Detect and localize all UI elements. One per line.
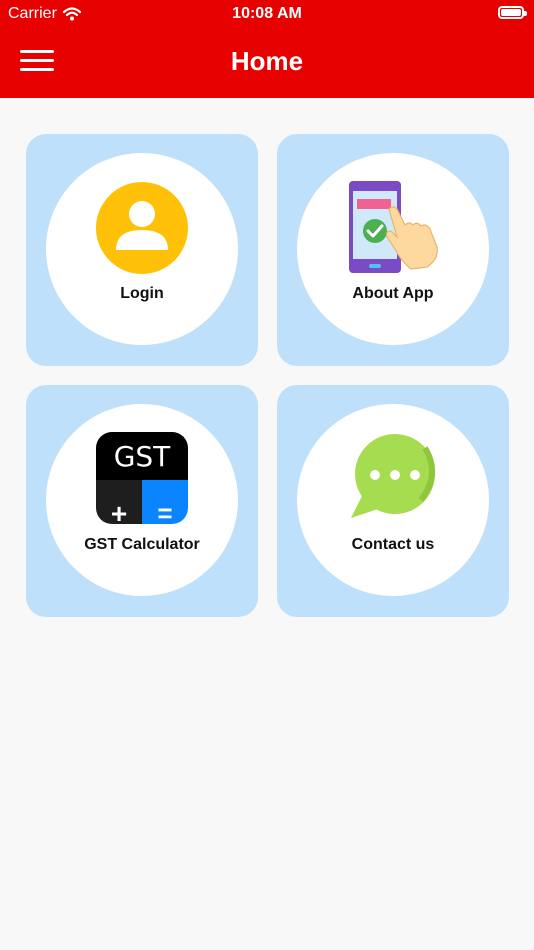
app-header: Carrier 10:08 AM Home bbox=[0, 0, 534, 98]
login-tile[interactable]: Login bbox=[26, 134, 258, 366]
page-title: Home bbox=[230, 46, 304, 76]
tile-circle bbox=[297, 153, 489, 345]
tile-label: Contact us bbox=[351, 536, 435, 553]
battery-icon bbox=[498, 6, 527, 19]
tile-circle bbox=[46, 153, 238, 345]
user-avatar-icon bbox=[96, 182, 188, 274]
about-app-tile[interactable]: About App bbox=[277, 134, 509, 366]
tile-label: GST Calculator bbox=[84, 536, 200, 553]
phone-tap-icon bbox=[349, 181, 438, 273]
plus-sign: + bbox=[110, 498, 128, 529]
tile-label: About App bbox=[352, 285, 434, 302]
tile-circle: GST + = bbox=[46, 404, 238, 596]
gst-text: GST bbox=[113, 440, 171, 473]
tile-circle bbox=[297, 404, 489, 596]
chat-bubble-icon bbox=[351, 434, 435, 518]
tile-label: Login bbox=[120, 285, 164, 302]
gst-calculator-tile[interactable]: GST + = GST Calculator bbox=[26, 385, 258, 617]
equals-sign: = bbox=[157, 498, 173, 528]
contact-us-tile[interactable]: Contact us bbox=[277, 385, 509, 617]
status-time: 10:08 AM bbox=[232, 5, 302, 22]
